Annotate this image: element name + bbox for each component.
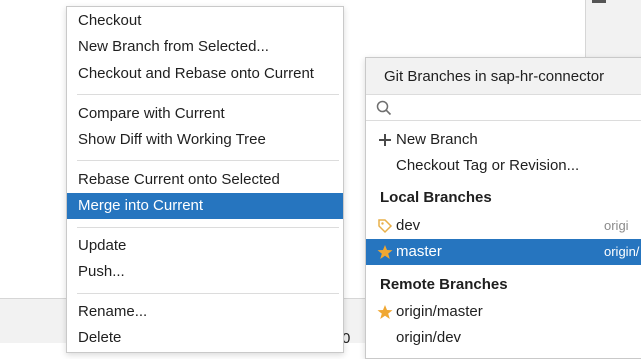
branch-context-menu: Checkout New Branch from Selected... Che… (66, 6, 344, 353)
search-input[interactable] (396, 97, 640, 119)
menu-separator (77, 160, 339, 161)
git-branches-popup: Git Branches in sap-hr-connector New Bra… (365, 57, 641, 359)
branch-name: master (396, 243, 442, 260)
minimize-icon[interactable] (592, 0, 606, 3)
menu-item-update[interactable]: Update (67, 233, 343, 259)
local-branches-header: Local Branches (380, 189, 492, 206)
branch-search (366, 95, 641, 121)
menu-separator (77, 293, 339, 294)
menu-separator (77, 94, 339, 95)
menu-item-rebase-current[interactable]: Rebase Current onto Selected (67, 167, 343, 193)
action-label: New Branch (396, 131, 478, 148)
menu-item-delete[interactable]: Delete (67, 325, 343, 351)
tracking-branch: origi (604, 218, 629, 233)
branch-name: origin/master (396, 303, 483, 320)
star-icon (377, 245, 393, 259)
branch-item-origin-master[interactable]: origin/master (366, 299, 641, 325)
side-panel-fragment (585, 0, 641, 60)
menu-item-merge-into-current[interactable]: Merge into Current (67, 193, 343, 219)
action-new-branch[interactable]: New Branch (366, 127, 641, 153)
menu-item-push[interactable]: Push... (67, 259, 343, 285)
menu-item-new-branch-from-selected[interactable]: New Branch from Selected... (67, 34, 343, 60)
menu-item-checkout-and-rebase[interactable]: Checkout and Rebase onto Current (67, 61, 343, 87)
star-icon (377, 305, 393, 319)
tag-icon (378, 219, 393, 234)
popup-title: Git Branches in sap-hr-connector (366, 58, 641, 95)
plus-icon (379, 134, 391, 146)
branch-name: origin/dev (396, 329, 462, 346)
branch-item-dev[interactable]: dev origi (366, 213, 641, 239)
menu-item-rename[interactable]: Rename... (67, 299, 343, 325)
remote-branches-header: Remote Branches (380, 276, 508, 293)
menu-item-compare-with-current[interactable]: Compare with Current (67, 101, 343, 127)
menu-item-show-diff[interactable]: Show Diff with Working Tree (67, 127, 343, 153)
action-checkout-tag[interactable]: Checkout Tag or Revision... (366, 153, 641, 179)
search-icon (376, 100, 392, 116)
menu-separator (77, 227, 339, 228)
menu-item-checkout[interactable]: Checkout (67, 8, 343, 34)
action-label: Checkout Tag or Revision... (396, 157, 580, 174)
tracking-branch: origin/ (604, 244, 640, 259)
branch-item-origin-dev[interactable]: origin/dev (366, 325, 641, 351)
branch-item-master[interactable]: master origin/ (366, 239, 641, 265)
branch-name: dev (396, 217, 421, 234)
